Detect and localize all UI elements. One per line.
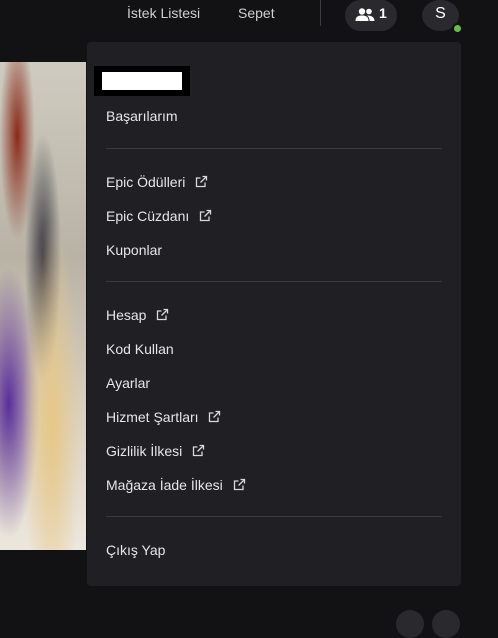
menu-item-epic-wallet[interactable]: Epic Cüzdanı xyxy=(106,208,212,225)
external-link-icon xyxy=(233,478,246,494)
menu-item-terms-of-service[interactable]: Hizmet Şartları xyxy=(106,409,221,426)
redacted-username xyxy=(94,66,190,96)
menu-item-redeem-code[interactable]: Kod Kullan xyxy=(106,341,174,357)
menu-item-label: Hesap xyxy=(106,307,147,323)
menu-item-privacy-policy[interactable]: Gizlilik İlkesi xyxy=(106,443,205,460)
menu-item-label: Hizmet Şartları xyxy=(106,409,199,425)
menu-item-epic-rewards[interactable]: Epic Ödülleri xyxy=(106,174,208,191)
menu-item-label: Başarılarım xyxy=(106,108,178,124)
game-artwork xyxy=(0,62,86,550)
menu-divider xyxy=(106,148,442,149)
friends-button[interactable]: 1 xyxy=(345,0,397,31)
menu-item-label: Epic Ödülleri xyxy=(106,174,186,190)
people-icon xyxy=(355,7,375,28)
menu-item-sign-out[interactable]: Çıkış Yap xyxy=(106,542,165,558)
carousel-prev-button[interactable] xyxy=(396,610,424,638)
external-link-icon xyxy=(192,444,205,460)
menu-item-coupons[interactable]: Kuponlar xyxy=(106,242,162,258)
avatar-initial: S xyxy=(435,5,446,22)
menu-item-store-refund-policy[interactable]: Mağaza İade İlkesi xyxy=(106,477,246,494)
carousel-next-button[interactable] xyxy=(432,610,460,638)
menu-item-achievements[interactable]: Başarılarım xyxy=(106,108,178,124)
menu-item-label: Mağaza İade İlkesi xyxy=(106,477,223,493)
wishlist-link[interactable]: İstek Listesi xyxy=(127,5,200,21)
menu-divider xyxy=(106,516,442,517)
menu-item-account[interactable]: Hesap xyxy=(106,307,169,324)
menu-item-label: Kuponlar xyxy=(106,242,163,258)
menu-item-label: Ayarlar xyxy=(106,375,151,391)
online-status-dot xyxy=(452,23,463,34)
external-link-icon xyxy=(208,410,221,426)
menu-item-settings[interactable]: Ayarlar xyxy=(106,375,150,391)
menu-item-label: Epic Cüzdanı xyxy=(106,208,190,224)
menu-item-label: Gizlilik İlkesi xyxy=(106,443,183,459)
friends-count: 1 xyxy=(379,5,387,21)
menu-item-label: Çıkış Yap xyxy=(106,542,166,558)
cart-link[interactable]: Sepet xyxy=(238,5,275,21)
redacted-username-fill xyxy=(102,72,182,90)
top-nav-bar: İstek Listesi Sepet 1 S xyxy=(0,0,498,34)
external-link-icon xyxy=(195,175,208,191)
menu-item-label: Kod Kullan xyxy=(106,341,174,357)
external-link-icon xyxy=(199,209,212,225)
nav-divider xyxy=(320,0,321,26)
menu-divider xyxy=(106,281,442,282)
external-link-icon xyxy=(156,308,169,324)
account-dropdown-menu: Başarılarım Epic Ödülleri Epic Cüzdanı K… xyxy=(87,42,461,586)
avatar[interactable]: S xyxy=(422,0,463,34)
